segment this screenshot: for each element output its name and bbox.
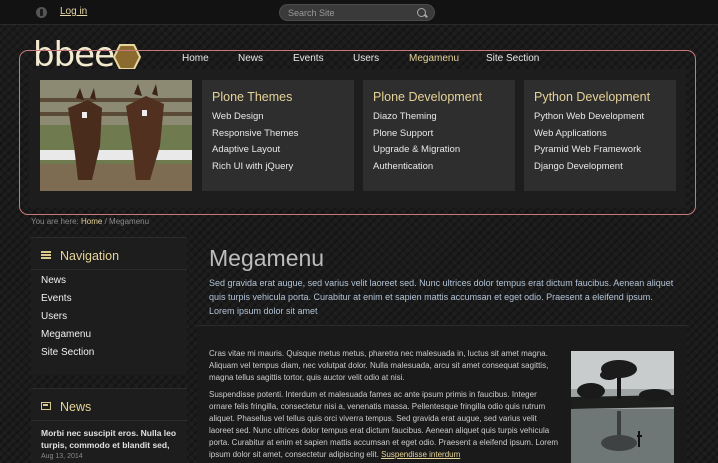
lead-paragraph: Sed gravida erat augue, sed varius velit…: [209, 278, 674, 316]
megamenu-link[interactable]: Upgrade & Migration: [373, 142, 515, 159]
horses-image: [40, 80, 192, 191]
sidebar-item-events[interactable]: Events: [31, 290, 187, 308]
megamenu-link[interactable]: Django Development: [534, 159, 676, 176]
news-item-date: Aug 13, 2014: [41, 453, 83, 460]
login-link[interactable]: Log in: [60, 6, 87, 17]
megamenu-column-title[interactable]: Python Development: [534, 90, 676, 104]
news-portlet-title: News: [60, 400, 92, 414]
megamenu-link[interactable]: Adaptive Layout: [212, 142, 354, 159]
breadcrumb: You are here: Home / Megamenu: [31, 217, 149, 226]
breadcrumb-prefix: You are here:: [31, 217, 79, 226]
list-icon: [41, 251, 51, 259]
megamenu-link[interactable]: Plone Support: [373, 126, 515, 143]
megamenu-link[interactable]: Responsive Themes: [212, 126, 354, 143]
navigation-portlet-title: Navigation: [60, 249, 120, 263]
breadcrumb-home-link[interactable]: Home: [81, 217, 102, 226]
megamenu-link[interactable]: Web Applications: [534, 126, 676, 143]
megamenu-column-plone-themes: Plone Themes Web Design Responsive Theme…: [202, 80, 354, 191]
breadcrumb-current: Megamenu: [109, 217, 150, 226]
megamenu-link[interactable]: Authentication: [373, 159, 515, 176]
megamenu-link[interactable]: Pyramid Web Framework: [534, 142, 676, 159]
top-bar: Log in: [0, 0, 718, 25]
news-portlet: News Morbi nec suscipit eros. Nulla leo …: [31, 388, 187, 463]
sidebar-item-megamenu[interactable]: Megamenu: [31, 326, 187, 344]
news-item-headline[interactable]: Morbi nec suscipit eros. Nulla leo turpi…: [31, 421, 187, 451]
news-portlet-header: News: [31, 389, 187, 421]
sidebar-item-news[interactable]: News: [31, 272, 187, 290]
search-box: [279, 4, 435, 21]
lake-tree-image: [571, 351, 674, 463]
search-input[interactable]: [288, 7, 408, 19]
navigation-portlet-header: Navigation: [31, 238, 187, 270]
megamenu-column-title[interactable]: Plone Themes: [212, 90, 354, 104]
megamenu-link[interactable]: Python Web Development: [534, 109, 676, 126]
navigation-portlet: Navigation News Events Users Megamenu Si…: [31, 237, 187, 375]
body-paragraph: Suspendisse potenti. Interdum et malesua…: [209, 389, 561, 460]
page-title: Megamenu: [209, 245, 325, 271]
sidebar-item-users[interactable]: Users: [31, 308, 187, 326]
user-icon: [36, 7, 47, 18]
megamenu-link[interactable]: Web Design: [212, 109, 354, 126]
megamenu-link[interactable]: Diazo Theming: [373, 109, 515, 126]
megamenu-column-title[interactable]: Plone Development: [373, 90, 515, 104]
megamenu-column-plone-development: Plone Development Diazo Theming Plone Su…: [363, 80, 515, 191]
suspendisse-interdum-link[interactable]: Suspendisse interdum: [381, 450, 460, 459]
body-paragraph: Cras vitae mi mauris. Quisque metus metu…: [209, 349, 549, 382]
megamenu-link[interactable]: Rich UI with jQuery: [212, 159, 354, 176]
body-paragraph-text: Suspendisse potenti. Interdum et malesua…: [209, 390, 559, 459]
search-icon[interactable]: [417, 8, 426, 17]
breadcrumb-separator: /: [104, 217, 107, 226]
sidebar-item-site-section[interactable]: Site Section: [31, 344, 187, 362]
megamenu-column-python-development: Python Development Python Web Developmen…: [524, 80, 676, 191]
newspaper-icon: [41, 402, 51, 410]
